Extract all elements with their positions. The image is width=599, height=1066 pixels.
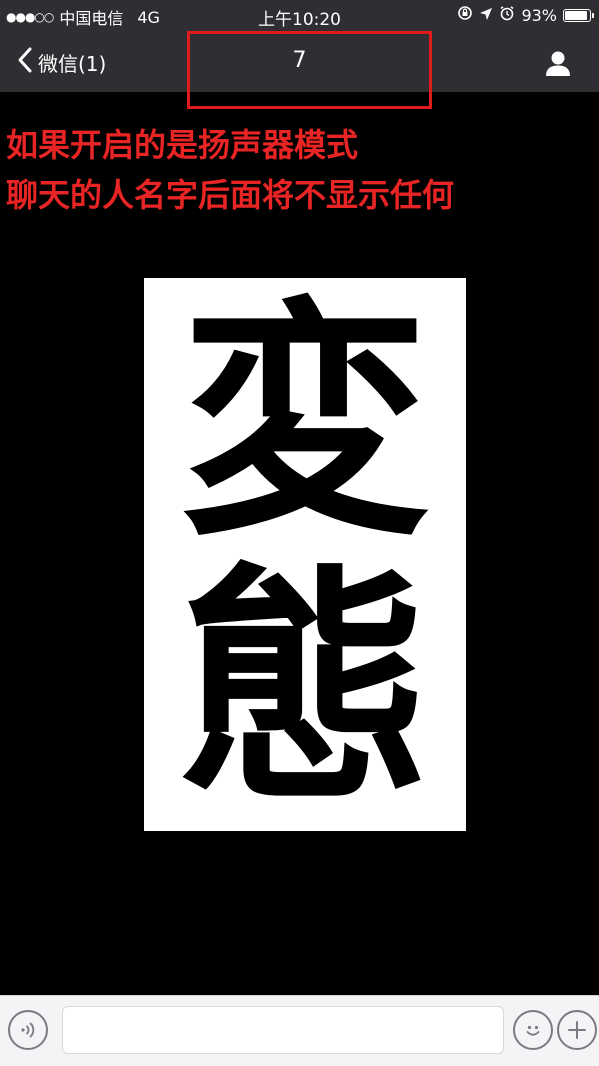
annotation-text: 如果开启的是扬声器模式 聊天的人名字后面将不显示任何 [6,120,454,220]
profile-icon [543,51,573,82]
chat-screen: ●●●○○ 中国电信 4G 上午10:20 93% 微信(1) 7 如果开启的是… [0,0,599,1066]
emoji-button[interactable] [513,1010,553,1050]
battery-percent: 93% [521,5,557,25]
sticker-glyph-top: 変 [180,278,430,569]
voice-button[interactable] [8,1010,48,1050]
more-button[interactable] [557,1010,597,1050]
lock-rotation-icon [457,5,473,25]
battery-icon [563,8,594,22]
chat-info-button[interactable] [543,48,573,78]
status-bar: ●●●○○ 中国电信 4G 上午10:20 93% [0,0,599,32]
sticker-glyph-bottom: 態 [180,539,430,831]
annotation-line-2: 聊天的人名字后面将不显示任何 [6,176,455,214]
alarm-icon [499,5,515,25]
battery-level-fill [565,10,588,20]
location-arrow-icon [479,6,493,25]
message-input[interactable] [62,1006,504,1054]
status-right: 93% [457,5,594,25]
title-highlight-box [187,31,432,109]
image-message[interactable]: 変 態 [144,278,466,831]
annotation-line-1: 如果开启的是扬声器模式 [6,126,359,164]
input-bar [0,995,599,1066]
